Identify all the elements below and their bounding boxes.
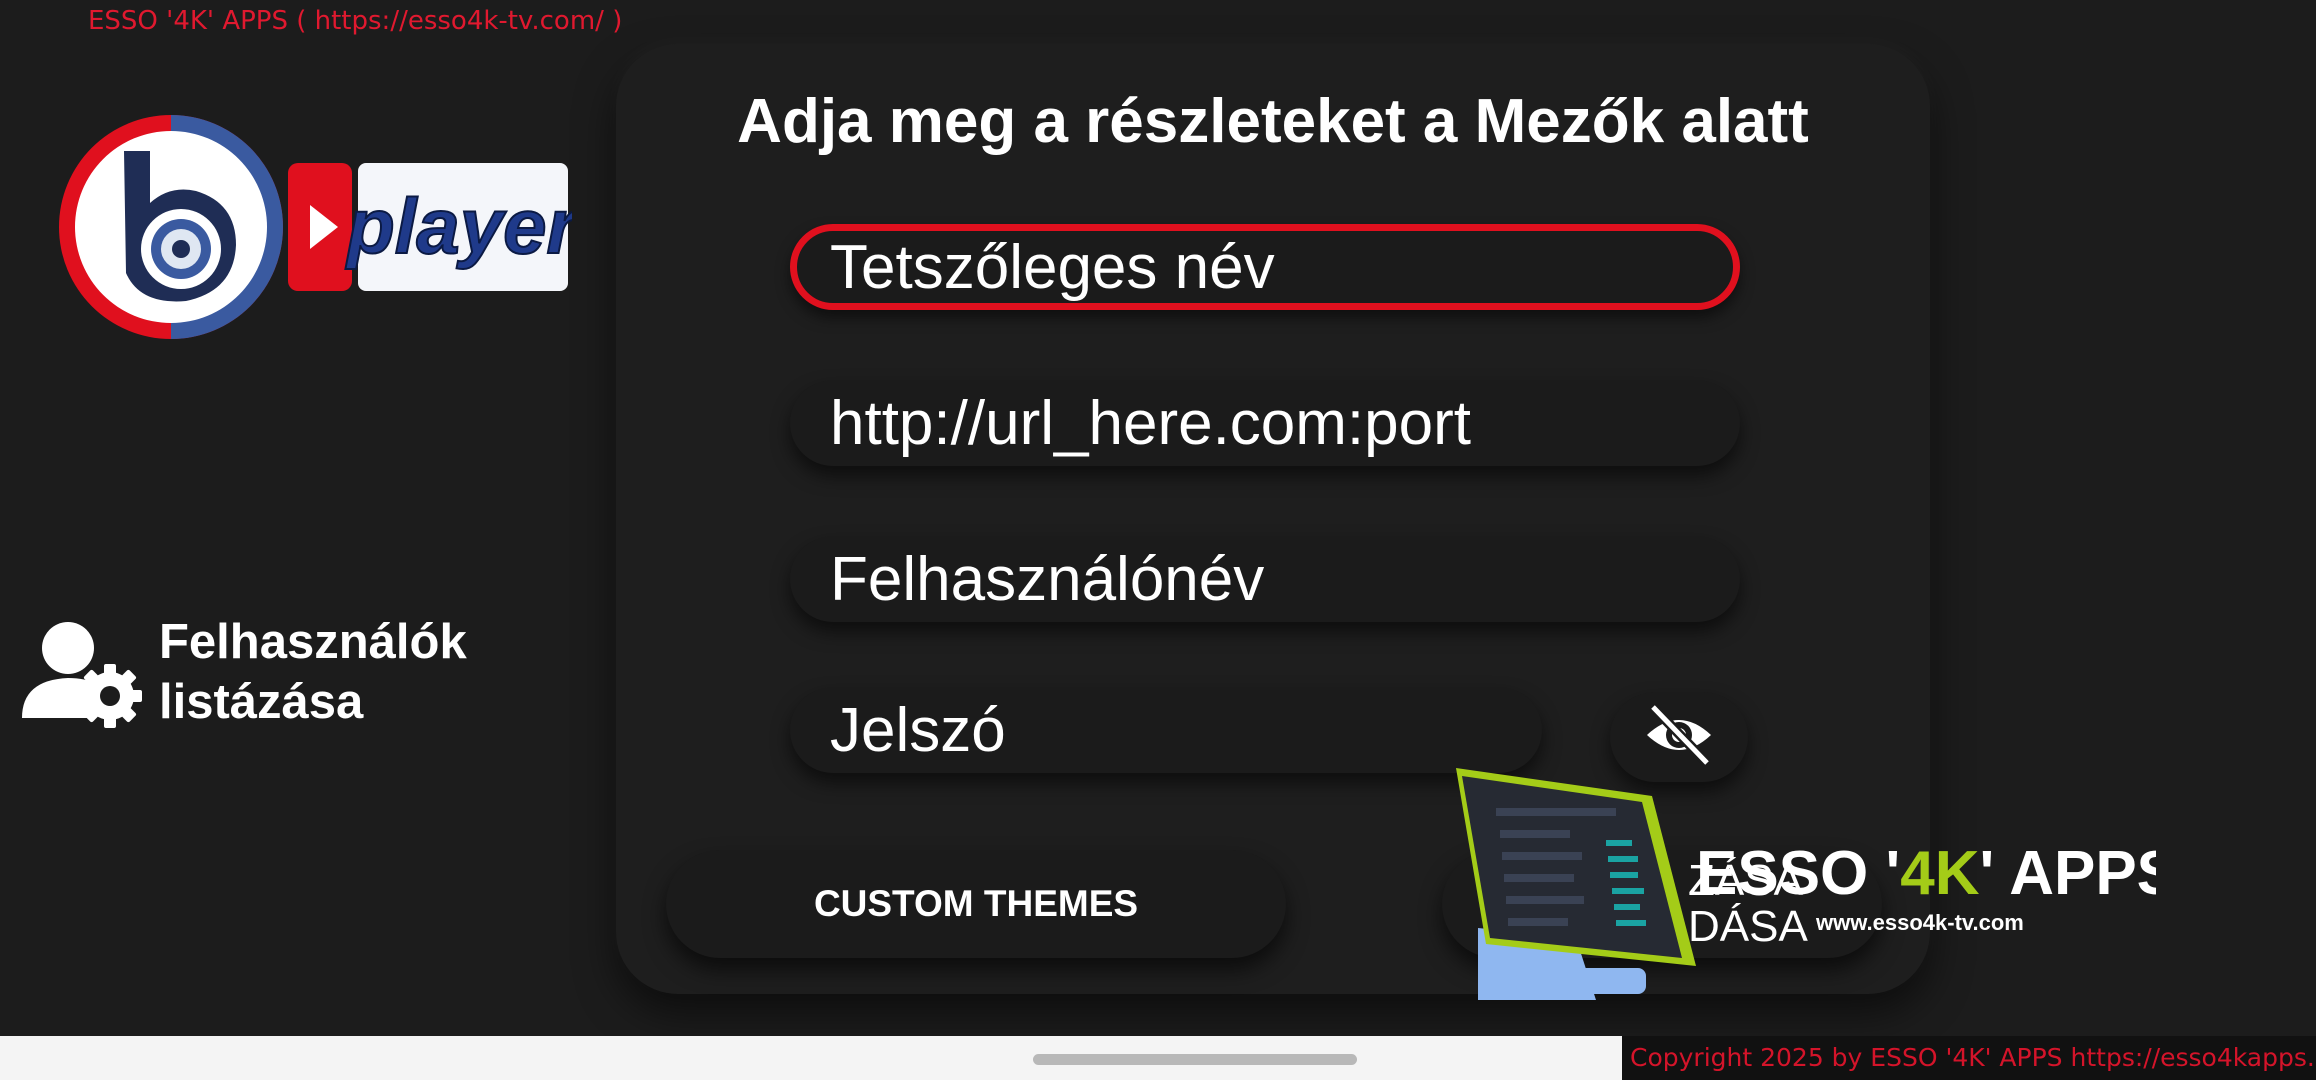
user-gear-icon xyxy=(22,620,144,730)
copyright-text: Copyright 2025 by ESSO '4K' APPS https:/… xyxy=(1622,1036,2316,1080)
url-field-placeholder: http://url_here.com:port xyxy=(830,388,1471,458)
name-field-placeholder: Tetszőleges név xyxy=(830,232,1275,302)
top-credit-text: ESSO '4K' APPS ( https://esso4k-tv.com/ … xyxy=(88,6,623,36)
users-list-label-line2: listázása xyxy=(159,675,364,729)
users-list-label: Felhasználók listázása xyxy=(159,612,467,732)
username-field[interactable]: Felhasználónév xyxy=(790,536,1740,622)
logo-text: player xyxy=(345,182,572,270)
users-list-label-line1: Felhasználók xyxy=(159,615,467,669)
panel-title: Adja meg a részleteket a Mezők alatt xyxy=(737,87,1809,156)
name-field[interactable]: Tetszőleges név xyxy=(790,224,1740,310)
monitor-icon xyxy=(1456,768,1696,1000)
esso-watermark: ESSO '4K' APPS www.esso4k-tv.com xyxy=(1456,768,2178,1000)
watermark-url: www.esso4k-tv.com xyxy=(1815,910,2024,935)
eye-off-icon xyxy=(1643,701,1715,774)
home-gesture-handle[interactable] xyxy=(1033,1054,1357,1065)
password-field[interactable]: Jelszó xyxy=(790,687,1542,773)
username-field-placeholder: Felhasználónév xyxy=(830,544,1265,614)
custom-themes-button[interactable]: CUSTOM THEMES xyxy=(666,850,1286,958)
bplayer-logo: player xyxy=(58,113,582,343)
users-list-link[interactable]: Felhasználók listázása xyxy=(22,612,467,730)
url-field[interactable]: http://url_here.com:port xyxy=(790,380,1740,466)
watermark-brand: ESSO '4K' APPS xyxy=(1696,839,2156,908)
password-field-placeholder: Jelszó xyxy=(830,695,1006,765)
